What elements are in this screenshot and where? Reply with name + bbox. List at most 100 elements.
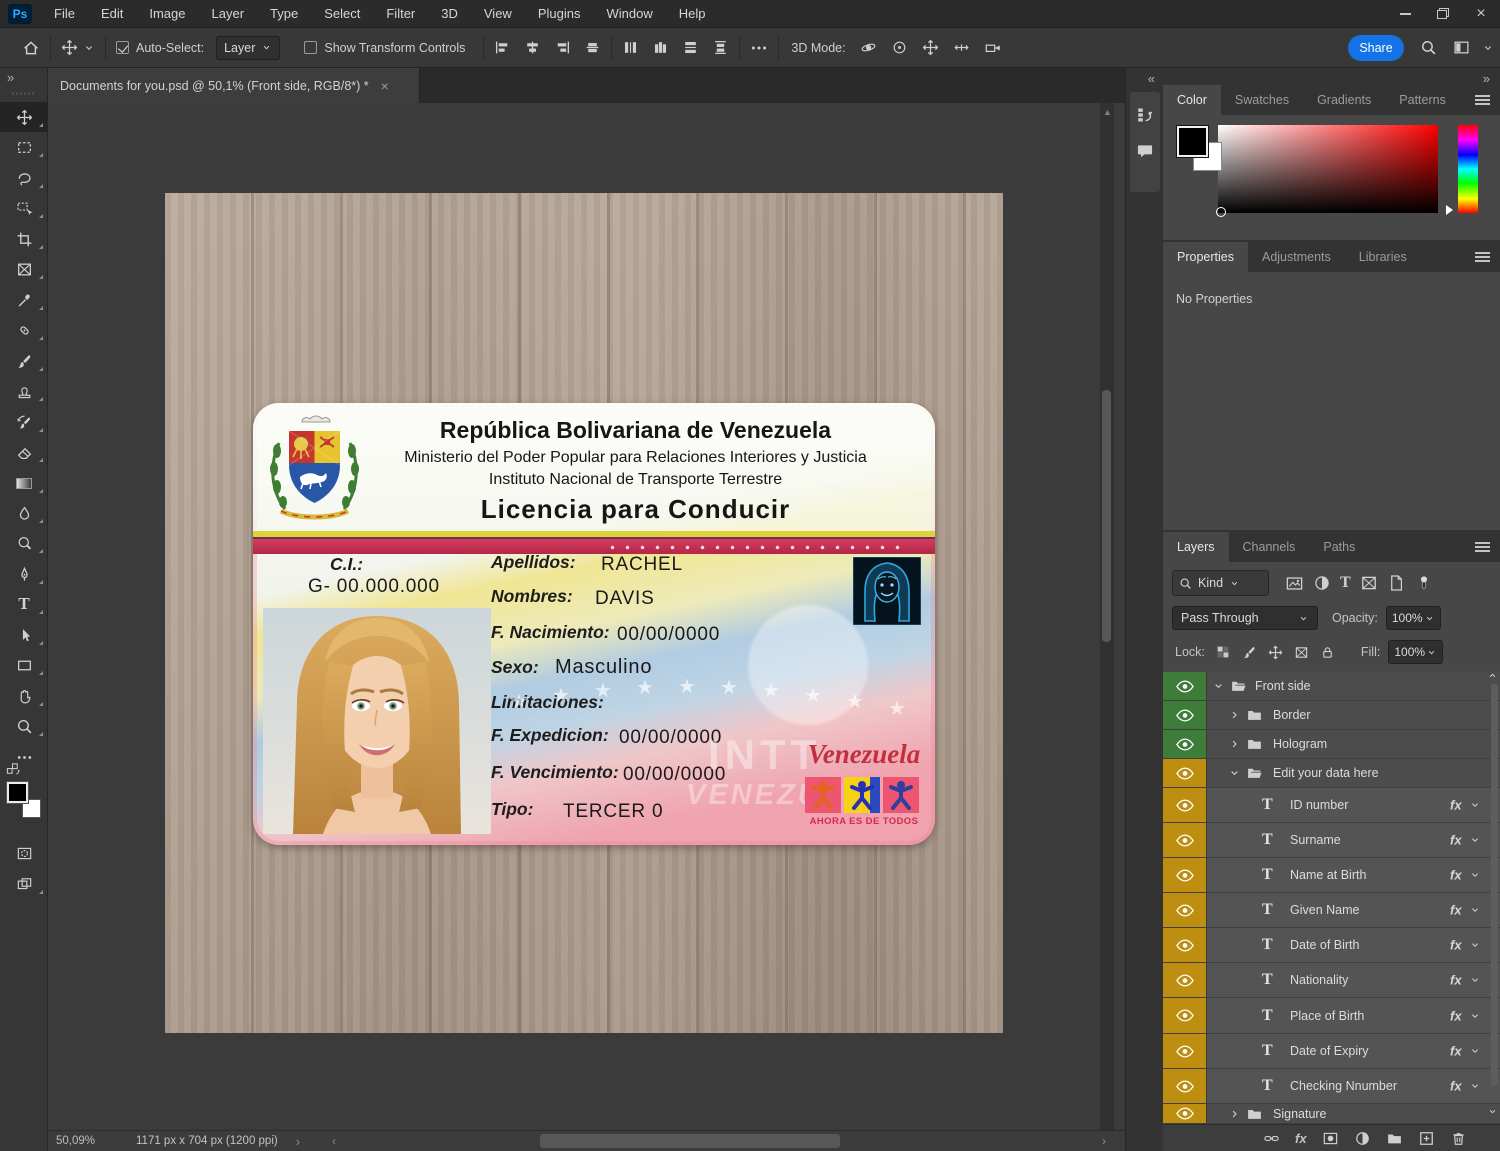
layer-name[interactable]: Name at Birth	[1290, 868, 1366, 882]
menu-item-view[interactable]: View	[484, 6, 512, 21]
scroll-right-icon[interactable]: ›	[1102, 1134, 1106, 1148]
effects-chevron-icon[interactable]	[1469, 799, 1481, 811]
layer-name[interactable]: Date of Birth	[1290, 938, 1359, 952]
tab-channels[interactable]: Channels	[1229, 532, 1310, 562]
effects-chevron-icon[interactable]	[1469, 904, 1481, 916]
filter-toggle-pin-icon[interactable]	[1415, 574, 1433, 592]
move-tool[interactable]	[0, 102, 48, 132]
layer-row[interactable]: T Date of Birth fx	[1163, 928, 1500, 963]
visibility-toggle[interactable]	[1163, 701, 1207, 729]
menu-item-help[interactable]: Help	[679, 6, 706, 21]
lock-all-icon[interactable]	[1320, 645, 1335, 660]
new-adjustment-layer-icon[interactable]	[1354, 1130, 1371, 1147]
new-group-icon[interactable]	[1386, 1130, 1403, 1147]
filter-smart-object-icon[interactable]	[1387, 574, 1405, 592]
layer-effects-label[interactable]: fx	[1450, 1079, 1462, 1094]
layer-effects-label[interactable]: fx	[1450, 1044, 1462, 1059]
brush-tool[interactable]	[0, 346, 48, 376]
gradient-tool[interactable]	[0, 468, 48, 498]
menu-item-layer[interactable]: Layer	[212, 6, 245, 21]
hand-tool[interactable]	[0, 681, 48, 711]
roll-3d-icon[interactable]	[891, 39, 908, 56]
layer-row[interactable]: T Checking Nnumber fx	[1163, 1069, 1500, 1104]
layer-row[interactable]: T Given Name fx	[1163, 893, 1500, 928]
lock-artboard-icon[interactable]	[1294, 645, 1309, 660]
layer-name[interactable]: Hologram	[1273, 737, 1327, 751]
layer-row[interactable]: Signature	[1163, 1104, 1500, 1124]
home-button[interactable]	[22, 39, 40, 57]
layer-name[interactable]: Place of Birth	[1290, 1009, 1364, 1023]
layer-effects-label[interactable]: fx	[1450, 938, 1462, 953]
hue-slider-marker[interactable]	[1446, 205, 1453, 215]
tab-properties[interactable]: Properties	[1163, 242, 1248, 272]
scrollbar-thumb[interactable]	[1491, 684, 1498, 1086]
distribute-vertical-icon[interactable]	[682, 39, 699, 56]
more-options-icon[interactable]	[750, 39, 768, 57]
marquee-tool[interactable]	[0, 132, 48, 162]
minimize-button[interactable]	[1386, 0, 1424, 28]
layer-name[interactable]: Signature	[1273, 1107, 1327, 1121]
history-panel-icon[interactable]	[1136, 106, 1154, 124]
scrollbar-thumb[interactable]	[540, 1134, 840, 1148]
tools-grip[interactable]	[12, 92, 36, 95]
visibility-toggle[interactable]	[1163, 823, 1207, 857]
menu-item-filter[interactable]: Filter	[386, 6, 415, 21]
layer-row[interactable]: T ID number fx	[1163, 788, 1500, 823]
scroll-up-icon[interactable]: ▲	[1103, 107, 1112, 117]
foreground-color-swatch[interactable]	[1176, 125, 1209, 158]
search-icon[interactable]	[1420, 39, 1437, 56]
menu-item-window[interactable]: Window	[606, 6, 652, 21]
effects-chevron-icon[interactable]	[1469, 1080, 1481, 1092]
slide-3d-icon[interactable]	[953, 39, 970, 56]
panel-menu-icon[interactable]	[1475, 252, 1490, 262]
layer-row[interactable]: T Surname fx	[1163, 823, 1500, 858]
align-top-icon[interactable]	[584, 39, 601, 56]
frame-tool[interactable]	[0, 254, 48, 284]
distribute-left-icon[interactable]	[622, 39, 639, 56]
menu-item-3d[interactable]: 3D	[441, 6, 458, 21]
swap-colors-button[interactable]	[6, 762, 21, 777]
scroll-up-icon[interactable]	[1487, 670, 1498, 681]
visibility-toggle[interactable]	[1163, 998, 1207, 1033]
auto-select-toggle[interactable]: Auto-Select:	[116, 41, 204, 55]
visibility-toggle[interactable]	[1163, 893, 1207, 927]
layer-name[interactable]: Surname	[1290, 833, 1341, 847]
dodge-tool[interactable]	[0, 528, 48, 558]
layer-name[interactable]: Edit your data here	[1273, 766, 1379, 780]
crop-tool[interactable]	[0, 224, 48, 254]
layer-row[interactable]: T Place of Birth fx	[1163, 998, 1500, 1034]
layer-name[interactable]: Given Name	[1290, 903, 1359, 917]
visibility-toggle[interactable]	[1163, 759, 1207, 787]
visibility-toggle[interactable]	[1163, 730, 1207, 758]
layer-name[interactable]: Front side	[1255, 679, 1311, 693]
blur-tool[interactable]	[0, 498, 48, 528]
align-right-icon[interactable]	[554, 39, 571, 56]
layer-row[interactable]: Front side	[1163, 672, 1500, 701]
object-selection-tool[interactable]	[0, 193, 48, 223]
type-tool[interactable]: T	[0, 589, 48, 619]
layer-row[interactable]: Hologram	[1163, 730, 1500, 759]
color-cursor[interactable]	[1216, 207, 1226, 217]
effects-chevron-icon[interactable]	[1469, 869, 1481, 881]
visibility-toggle[interactable]	[1163, 1034, 1207, 1068]
vertical-scrollbar[interactable]: ▲	[1100, 103, 1114, 1130]
show-transform-checkbox[interactable]	[304, 41, 318, 54]
effects-chevron-icon[interactable]	[1469, 939, 1481, 951]
effects-chevron-icon[interactable]	[1469, 1045, 1481, 1057]
foreground-background-colors[interactable]	[6, 781, 41, 818]
comments-panel-icon[interactable]	[1136, 142, 1154, 160]
filter-text-layers-icon[interactable]: T	[1340, 574, 1351, 592]
tab-color[interactable]: Color	[1163, 85, 1221, 115]
layer-effects-label[interactable]: fx	[1450, 973, 1462, 988]
lock-position-icon[interactable]	[1268, 645, 1283, 660]
layer-row[interactable]: T Nationality fx	[1163, 963, 1500, 998]
layer-row[interactable]: T Name at Birth fx	[1163, 858, 1500, 893]
layer-name[interactable]: ID number	[1290, 798, 1348, 812]
filter-image-layers-icon[interactable]	[1285, 574, 1304, 593]
tab-patterns[interactable]: Patterns	[1385, 85, 1460, 115]
layer-effects-label[interactable]: fx	[1450, 1008, 1462, 1023]
eyedropper-tool[interactable]	[0, 285, 48, 315]
pen-tool[interactable]	[0, 559, 48, 589]
effects-chevron-icon[interactable]	[1469, 1010, 1481, 1022]
pan-3d-icon[interactable]	[922, 39, 939, 56]
